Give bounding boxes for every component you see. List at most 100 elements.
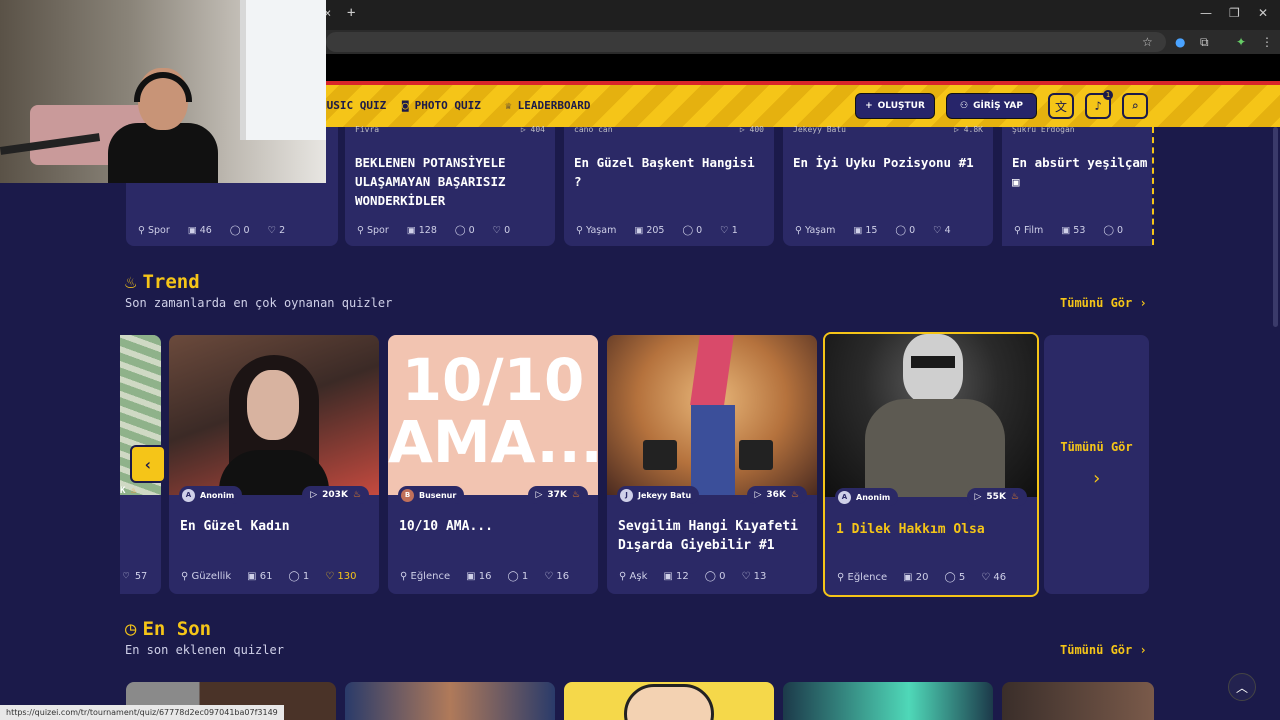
create-button[interactable]: + OLUŞTUR [855, 93, 935, 119]
carousel-edge [1152, 127, 1154, 245]
bookmark-star-icon[interactable]: ☆ [1142, 35, 1153, 49]
card-meta: ⚲ Güzellik ▣ 61 ◯ 1 ♡ 130 [181, 571, 357, 582]
card-title: 10/10 AMA... [399, 519, 493, 534]
clock-icon: ◷ [125, 618, 137, 640]
chevron-left-icon: ‹ [143, 454, 153, 474]
trend-title: ♨ Trend [125, 271, 200, 293]
play-count: ▷ 55K ♨ [966, 488, 1027, 506]
play-count: ▷ 36K ♨ [746, 486, 807, 504]
card-meta: ⚲ Yaşam ▣ 205 ◯ 0 ♡ 1 [576, 225, 738, 236]
nav-photo-quiz-label: PHOTO QUIZ [414, 99, 481, 112]
latest-card[interactable] [1002, 682, 1154, 720]
card-author: A Anonim [179, 486, 243, 504]
bell-icon: ♪ [1094, 99, 1102, 113]
latest-subtitle: En son eklenen quizler [125, 643, 284, 657]
card-title: En Güzel Kadın [180, 519, 290, 534]
extensions-puzzle-icon[interactable]: ⧉ [1200, 35, 1209, 50]
partial-plays: K ♨ [120, 486, 137, 496]
card-meta: ⚲ Eğlence ▣ 20 ◯ 5 ♡ 46 [837, 572, 1007, 583]
category: ⚲ Spor [138, 225, 170, 236]
status-bar-url: https://quizei.com/tr/tournament/quiz/67… [0, 705, 284, 720]
quiz-card[interactable]: cano can ▷ 400 En Güzel Başkent Hangisi ?… [564, 125, 774, 246]
nav-music-quiz-label: MUSIC QUIZ [320, 99, 387, 112]
see-all-card[interactable]: Tümünü Gör › [1044, 335, 1149, 594]
card-title: Sevgilim Hangi Kıyafeti Dışarda Giyebili… [618, 519, 799, 553]
flame-icon: ♨ [352, 490, 361, 500]
image-text: 10/10 AMA... [388, 346, 598, 476]
profile-extension-icon[interactable]: ✦ [1236, 35, 1246, 49]
card-image [607, 335, 817, 495]
language-button[interactable]: 文 [1048, 93, 1074, 119]
avatar: A [838, 490, 851, 504]
avatar: B [401, 488, 414, 502]
nav-photo-quiz[interactable]: ◙ PHOTO QUIZ [402, 99, 481, 112]
browser-menu-icon[interactable]: ⋮ [1261, 35, 1273, 49]
card-author: A Anonim [835, 488, 899, 506]
card-title: BEKLENEN POTANSİYELE ULAŞAMAYAN BAŞARISI… [355, 155, 506, 208]
partial-likes: ♡ 57 [123, 571, 148, 582]
chevron-right-icon: › [1091, 468, 1102, 489]
nav-leaderboard[interactable]: ♕ LEADERBOARD [505, 99, 590, 112]
see-all-card-label: Tümünü Gör [1060, 440, 1133, 454]
card-title: En İyi Uyku Pozisyonu #1 [793, 155, 974, 170]
card-image [825, 334, 1037, 497]
latest-card[interactable] [783, 682, 993, 720]
avatar: J [620, 488, 633, 502]
card-image [169, 335, 379, 495]
card-title: 1 Dilek Hakkım Olsa [836, 522, 985, 537]
trend-see-all-link[interactable]: Tümünü Gör › [1060, 296, 1147, 310]
search-icon: ⌕ [1131, 99, 1139, 113]
trend-card[interactable]: 10/10 AMA... B Busenur ▷ 37K ♨ 10/10 AMA... … [388, 335, 598, 594]
trend-card[interactable]: J Jekeyy Batu ▷ 36K ♨ Sevgilim Hangi Kıyafe… [607, 335, 817, 594]
card-meta: ⚲ Aşk ▣ 12 ◯ 0 ♡ 13 [619, 571, 767, 582]
avatar: A [182, 488, 195, 502]
scroll-to-top-button[interactable]: ︿ [1228, 673, 1256, 701]
question-count: ▣ 46 [187, 225, 212, 236]
card-header: Şükrü Erdoğan [1012, 127, 1075, 134]
quiz-card[interactable]: Jekeyy Batu ▷ 4.8K En İyi Uyku Pozisyonu … [783, 125, 993, 246]
like-count: ♡ 2 [267, 225, 286, 236]
latest-see-all-link[interactable]: Tümünü Gör › [1060, 643, 1147, 657]
restore-icon[interactable]: ❐ [1229, 6, 1240, 20]
translate-icon: 文 [1054, 99, 1067, 114]
video-icon: ▣ [1012, 174, 1020, 189]
user-icon: ⚇ [960, 101, 969, 111]
latest-card[interactable] [564, 682, 774, 720]
webcam-person [108, 68, 218, 183]
quiz-card[interactable]: Fivra ▷ 404 BEKLENEN POTANSİYELE ULAŞAMAY… [345, 125, 555, 246]
nav-leaderboard-label: LEADERBOARD [517, 99, 591, 112]
login-button[interactable]: ⚇ GİRİŞ YAP [946, 93, 1037, 119]
page-scrollbar[interactable] [1273, 127, 1278, 327]
camera-icon: ◙ [402, 99, 409, 112]
window-close-icon[interactable]: ✕ [1258, 6, 1268, 20]
trend-card-active[interactable]: A Anonim ▷ 55K ♨ 1 Dilek Hakkım Olsa ⚲ Eğle… [823, 332, 1039, 597]
carousel-prev-button[interactable]: ‹ [130, 445, 166, 483]
new-tab-icon[interactable]: + [347, 5, 355, 21]
extension-icon[interactable]: ● [1175, 35, 1185, 49]
webcam-window [240, 0, 326, 140]
trend-subtitle: Son zamanlarda en çok oynanan quizler [125, 296, 393, 310]
quiz-card[interactable]: Şükrü Erdoğan En absürt yeşilçam sahnesi… [1002, 127, 1152, 246]
flame-icon: ♨ [125, 271, 137, 293]
minimize-icon[interactable]: — [1200, 6, 1212, 20]
card-title: En absürt yeşilçam sahnesi ▣ [1012, 155, 1152, 189]
address-bar[interactable] [326, 32, 1166, 52]
latest-card[interactable] [345, 682, 555, 720]
chevron-up-icon: ︿ [1235, 680, 1248, 695]
latest-title: ◷ En Son [125, 618, 212, 640]
trend-card[interactable]: A Anonim ▷ 203K ♨ En Güzel Kadın ⚲ Güzellik… [169, 335, 379, 594]
card-title: En Güzel Başkent Hangisi ? [574, 155, 755, 189]
nav-music-quiz[interactable]: MUSIC QUIZ [320, 99, 386, 112]
card-meta: ⚲ Yaşam ▣ 15 ◯ 0 ♡ 4 [795, 225, 951, 236]
webcam-overlay [0, 0, 326, 183]
create-label: OLUŞTUR [877, 101, 925, 111]
comment-count: ◯ 0 [229, 225, 250, 236]
play-count: ▷ 203K ♨ [302, 486, 369, 504]
notification-badge: 1 [1103, 90, 1113, 100]
notifications-button[interactable]: ♪ 1 [1085, 90, 1113, 119]
card-header: Fivra ▷ 404 [355, 125, 545, 134]
card-meta: ⚲ Film ▣ 53 ◯ 0 [1014, 225, 1124, 236]
card-meta: ⚲ Eğlence ▣ 16 ◯ 1 ♡ 16 [400, 571, 570, 582]
card-header: Jekeyy Batu ▷ 4.8K [793, 125, 983, 134]
search-button[interactable]: ⌕ [1122, 93, 1148, 119]
